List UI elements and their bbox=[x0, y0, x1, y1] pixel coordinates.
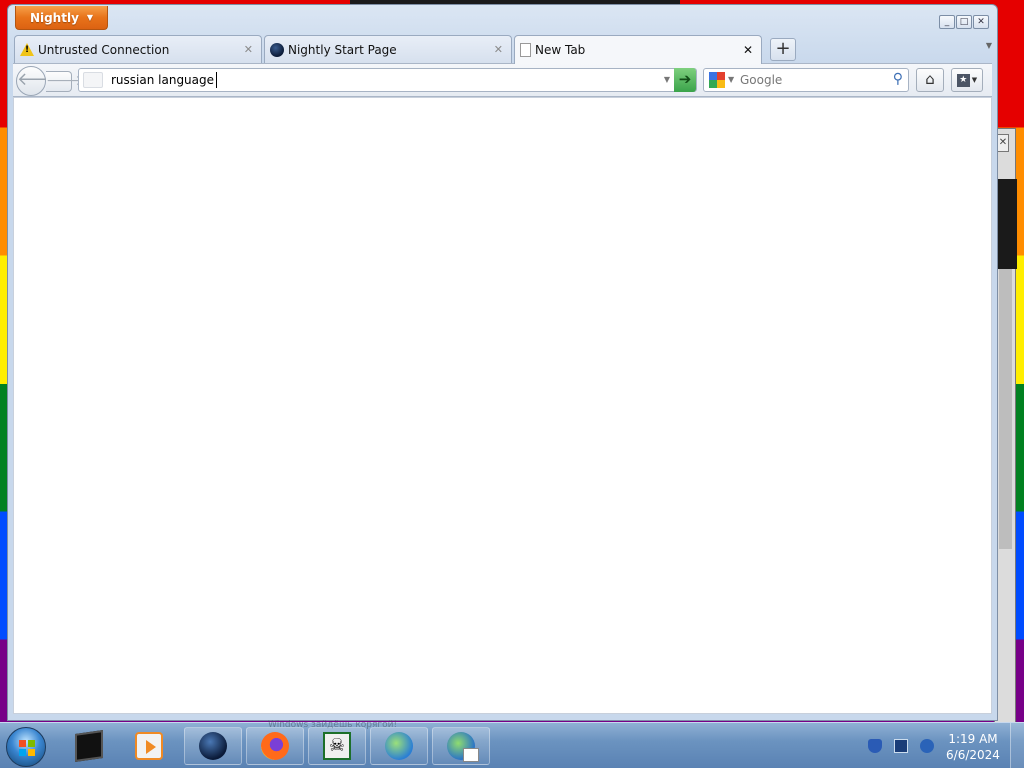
minimize-button[interactable]: _ bbox=[939, 15, 955, 29]
tab-label: Nightly Start Page bbox=[288, 42, 397, 57]
search-input[interactable]: Google bbox=[740, 72, 782, 88]
tab-close-icon[interactable]: ✕ bbox=[494, 43, 503, 56]
taskbar-skull-app[interactable]: ☠ bbox=[308, 727, 366, 765]
close-window-button[interactable]: ✕ bbox=[973, 15, 989, 29]
nightly-app-menu-button[interactable]: Nightly ▼ bbox=[15, 6, 108, 30]
terminal-icon bbox=[75, 730, 103, 762]
show-desktop-button[interactable] bbox=[1010, 723, 1024, 768]
site-identity-icon[interactable] bbox=[83, 72, 103, 88]
clock-date: 6/6/2024 bbox=[946, 748, 1000, 762]
internet-explorer-icon bbox=[385, 732, 413, 760]
browser-window: Nightly ▼ _ □ ✕ Untrusted Connection ✕ N… bbox=[7, 4, 998, 721]
taskbar-media-player[interactable] bbox=[120, 727, 178, 765]
system-tray bbox=[862, 727, 940, 765]
taskbar-internet-explorer[interactable] bbox=[370, 727, 428, 765]
tab-nightly-start-page[interactable]: Nightly Start Page ✕ bbox=[264, 35, 512, 63]
taskbar-terminal[interactable] bbox=[60, 727, 118, 765]
new-tab-button[interactable]: + bbox=[770, 38, 796, 61]
volume-icon[interactable] bbox=[920, 739, 934, 753]
tab-close-icon[interactable]: ✕ bbox=[244, 43, 253, 56]
firefox-icon bbox=[261, 732, 289, 760]
nightly-icon bbox=[199, 732, 227, 760]
start-button[interactable] bbox=[6, 727, 46, 767]
url-history-dropdown-icon[interactable]: ▼ bbox=[664, 75, 670, 84]
go-button[interactable]: ➔ bbox=[674, 68, 696, 92]
search-engine-dropdown-icon[interactable]: ▼ bbox=[728, 75, 734, 84]
blank-page-icon bbox=[520, 43, 531, 57]
home-button[interactable]: ⌂ bbox=[916, 68, 944, 92]
windows-taskbar: ☠ 1:19 AM 6/6/2024 bbox=[0, 722, 1024, 768]
warning-icon bbox=[20, 43, 34, 56]
internet-tasks-icon bbox=[447, 732, 479, 762]
navigation-toolbar: 🡐 🡒 russian language ▼ ➔ ▼ Google ⚲ ⌂ ★ … bbox=[13, 63, 992, 97]
app-menu-label: Nightly bbox=[29, 10, 79, 25]
nightly-globe-icon bbox=[270, 42, 284, 57]
url-bar[interactable]: russian language ▼ ➔ bbox=[78, 68, 697, 92]
security-shield-icon[interactable] bbox=[868, 739, 882, 753]
media-player-icon bbox=[135, 732, 163, 760]
window-controls: _ □ ✕ bbox=[939, 15, 989, 29]
skull-app-icon: ☠ bbox=[323, 732, 351, 760]
back-button[interactable]: 🡐 bbox=[16, 66, 65, 96]
tab-label: Untrusted Connection bbox=[38, 42, 170, 57]
tab-strip: Untrusted Connection ✕ Nightly Start Pag… bbox=[14, 35, 994, 64]
google-search-engine-icon[interactable] bbox=[709, 72, 725, 88]
system-clock[interactable]: 1:19 AM 6/6/2024 bbox=[940, 731, 1006, 763]
page-content-area[interactable] bbox=[13, 97, 992, 714]
background-window-strip bbox=[995, 179, 1017, 269]
maximize-button[interactable]: □ bbox=[956, 15, 972, 29]
network-icon[interactable] bbox=[894, 739, 908, 753]
search-icon[interactable]: ⚲ bbox=[893, 71, 903, 87]
taskbar-nightly[interactable] bbox=[184, 727, 242, 765]
bookmarks-button[interactable]: ★ ▼ bbox=[951, 68, 983, 92]
clock-time: 1:19 AM bbox=[948, 732, 998, 746]
tab-close-icon[interactable]: ✕ bbox=[743, 43, 753, 57]
forward-button[interactable]: 🡒 bbox=[46, 71, 84, 92]
background-window-close-icon[interactable]: ✕ bbox=[997, 134, 1009, 152]
taskbar-ghost-text: Windows зайдёшь корягой! bbox=[268, 720, 398, 730]
bookmarks-caret-icon: ▼ bbox=[971, 76, 978, 84]
tab-label: New Tab bbox=[535, 43, 586, 57]
url-input[interactable]: russian language bbox=[111, 72, 218, 88]
background-window-scrollbar bbox=[999, 269, 1012, 549]
tab-untrusted-connection[interactable]: Untrusted Connection ✕ bbox=[14, 35, 262, 63]
search-bar[interactable]: ▼ Google ⚲ bbox=[703, 68, 909, 92]
taskbar-internet-tasks[interactable] bbox=[432, 727, 490, 765]
app-menu-caret-icon: ▼ bbox=[86, 13, 94, 22]
taskbar-firefox[interactable] bbox=[246, 727, 304, 765]
bookmarks-star-icon: ★ bbox=[956, 73, 970, 87]
list-all-tabs-icon[interactable]: ▼ bbox=[986, 41, 992, 50]
tab-new-tab[interactable]: New Tab ✕ bbox=[514, 35, 762, 64]
